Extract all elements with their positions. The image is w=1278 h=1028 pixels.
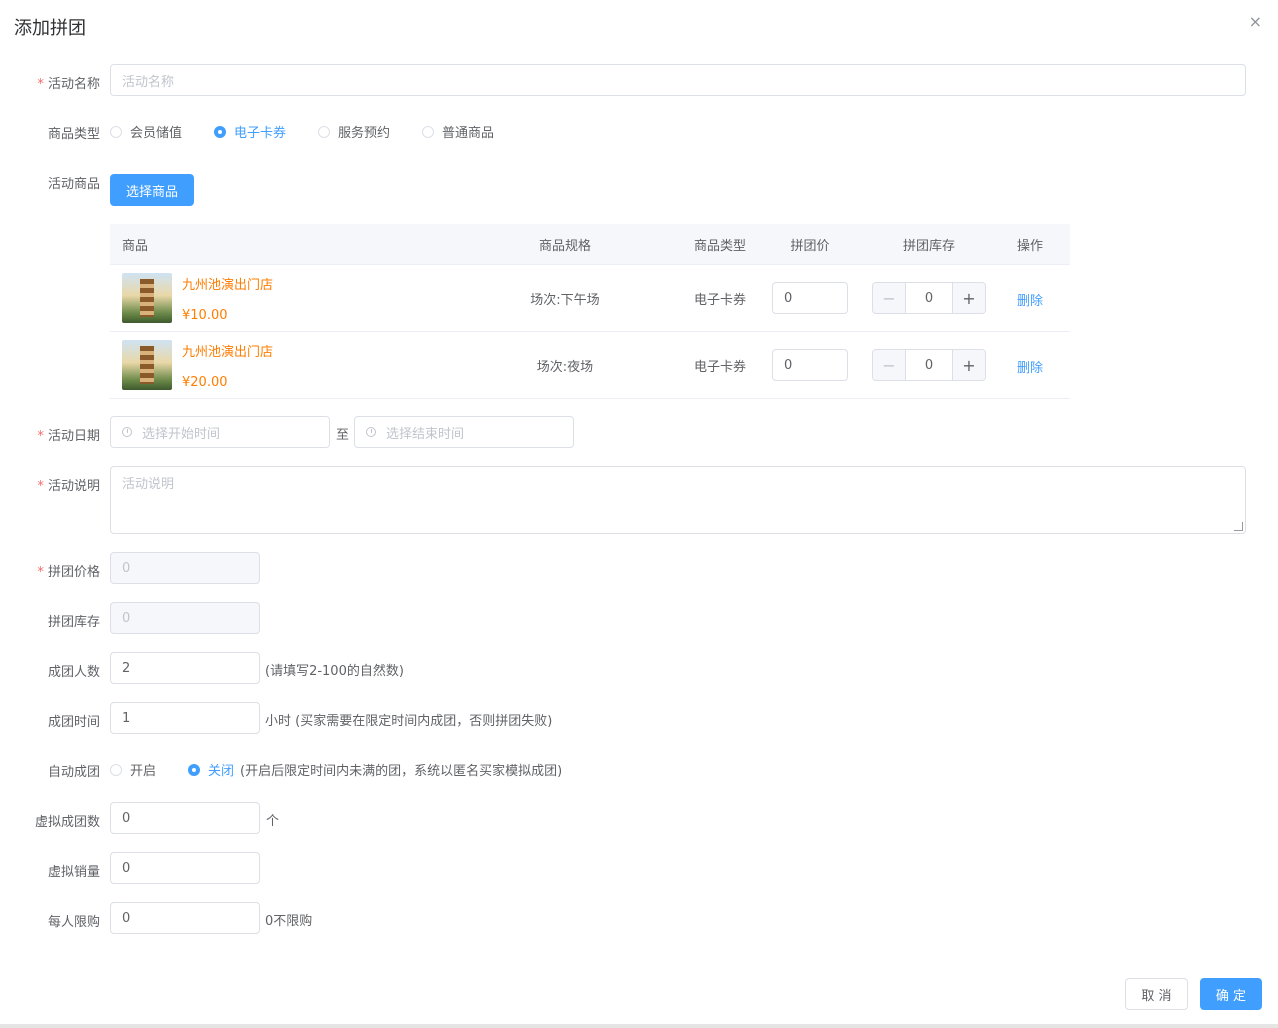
radio-dot-icon — [214, 125, 226, 138]
radio-dot-icon — [422, 125, 434, 138]
product-table: 商品 商品规格 商品类型 拼团价 拼团库存 操作 九州池演出门店 ¥10.00 … — [110, 224, 1070, 399]
auto-group-hint: (开启后限定时间内未满的团，系统以匿名买家模拟成团) — [240, 764, 563, 779]
resize-handle-icon[interactable] — [1234, 522, 1243, 531]
group-price-field: 0 — [110, 552, 260, 584]
plus-icon[interactable]: + — [952, 283, 985, 313]
delete-link[interactable]: 删除 — [1017, 357, 1043, 376]
radio-label: 服务预约 — [338, 126, 391, 141]
header-spec: 商品规格 — [538, 238, 591, 254]
group-price-input[interactable]: 0 — [772, 349, 848, 381]
delete-link[interactable]: 删除 — [1017, 290, 1043, 309]
activity-products-label: 活动商品 — [47, 177, 100, 192]
virtual-groups-input[interactable]: 0 — [110, 802, 260, 834]
purchase-limit-label: 每人限购 — [47, 915, 100, 930]
group-stock-field: 0 — [110, 602, 260, 634]
group-price-label: 拼团价格 — [0, 561, 100, 580]
header-group-price: 拼团价 — [790, 238, 830, 254]
stock-value[interactable]: 0 — [906, 283, 952, 313]
product-type-radio-member[interactable]: 会员储值 — [110, 122, 182, 141]
header-type: 商品类型 — [693, 238, 746, 254]
activity-desc-placeholder: 活动说明 — [122, 477, 175, 492]
radio-label: 开启 — [130, 764, 157, 779]
virtual-groups-unit: 个 — [266, 814, 280, 829]
minus-icon[interactable]: − — [873, 283, 906, 313]
group-time-input[interactable]: 1 — [110, 702, 260, 734]
group-size-hint: (请填写2-100的自然数) — [265, 664, 404, 679]
header-action: 操作 — [1016, 238, 1043, 254]
radio-dot-icon — [110, 125, 122, 138]
select-product-button[interactable]: 选择商品 — [110, 174, 194, 206]
confirm-button[interactable]: 确 定 — [1200, 978, 1262, 1010]
plus-icon[interactable]: + — [952, 350, 985, 380]
cancel-button[interactable]: 取 消 — [1125, 978, 1188, 1010]
clock-icon — [366, 427, 376, 437]
activity-desc-textarea[interactable]: 活动说明 — [110, 466, 1246, 534]
header-product: 商品 — [122, 238, 149, 254]
product-spec: 场次:下午场 — [530, 292, 600, 308]
product-type: 电子卡券 — [693, 292, 746, 308]
virtual-groups-label: 虚拟成团数 — [34, 815, 100, 830]
activity-name-label: 活动名称 — [0, 73, 100, 92]
group-size-label: 成团人数 — [47, 665, 100, 680]
header-stock: 拼团库存 — [902, 238, 955, 254]
radio-label: 普通商品 — [442, 126, 495, 141]
activity-desc-label: 活动说明 — [0, 475, 100, 494]
auto-group-radio-on[interactable]: 开启 — [110, 760, 156, 779]
group-stock-label: 拼团库存 — [47, 615, 100, 630]
end-date-input[interactable]: 选择结束时间 — [354, 416, 574, 448]
radio-dot-icon — [188, 763, 200, 776]
stock-value[interactable]: 0 — [906, 350, 952, 380]
product-type-radio-normal[interactable]: 普通商品 — [422, 122, 494, 141]
product-spec: 场次:夜场 — [536, 359, 594, 375]
page-bottom-divider — [0, 1024, 1278, 1028]
product-price: ¥10.00 — [182, 308, 228, 323]
radio-dot-icon — [318, 125, 330, 138]
radio-label: 电子卡券 — [234, 126, 287, 141]
product-type-label: 商品类型 — [47, 127, 100, 142]
product-name[interactable]: 九州池演出门店 — [182, 341, 273, 360]
product-type-radio-service[interactable]: 服务预约 — [318, 122, 390, 141]
stock-stepper[interactable]: − 0 + — [872, 282, 986, 314]
purchase-limit-input[interactable]: 0 — [110, 902, 260, 934]
purchase-limit-hint: 0不限购 — [265, 914, 313, 929]
table-row: 九州池演出门店 ¥20.00 场次:夜场 电子卡券 0 − 0 + 删除 — [110, 332, 1070, 399]
radio-label: 关闭 — [208, 764, 235, 779]
product-type: 电子卡券 — [693, 359, 746, 375]
start-date-input[interactable]: 选择开始时间 — [110, 416, 330, 448]
product-thumbnail — [122, 273, 172, 323]
stock-stepper[interactable]: − 0 + — [872, 349, 986, 381]
table-row: 九州池演出门店 ¥10.00 场次:下午场 电子卡券 0 − 0 + 删除 — [110, 265, 1070, 332]
minus-icon[interactable]: − — [873, 350, 906, 380]
auto-group-label: 自动成团 — [47, 765, 100, 780]
group-size-input[interactable]: 2 — [110, 652, 260, 684]
auto-group-radio-off[interactable]: 关闭 — [188, 760, 234, 779]
end-date-placeholder: 选择结束时间 — [386, 426, 465, 442]
virtual-sales-input[interactable]: 0 — [110, 852, 260, 884]
product-type-radio-ecard[interactable]: 电子卡券 — [214, 122, 286, 141]
activity-name-input[interactable]: 活动名称 — [110, 64, 1246, 96]
dialog-title: 添加拼团 — [14, 18, 86, 39]
product-thumbnail — [122, 340, 172, 390]
group-time-label: 成团时间 — [47, 715, 100, 730]
table-header: 商品 商品规格 商品类型 拼团价 拼团库存 操作 — [110, 224, 1070, 265]
clock-icon — [122, 427, 132, 437]
radio-dot-icon — [110, 763, 122, 776]
product-name[interactable]: 九州池演出门店 — [182, 274, 273, 293]
virtual-sales-label: 虚拟销量 — [47, 865, 100, 880]
group-price-input[interactable]: 0 — [772, 282, 848, 314]
activity-date-label: 活动日期 — [0, 425, 100, 444]
radio-label: 会员储值 — [130, 126, 183, 141]
close-icon[interactable]: × — [1249, 12, 1262, 31]
date-separator: 至 — [336, 428, 350, 443]
group-time-hint: 小时 (买家需要在限定时间内成团，否则拼团失败) — [265, 714, 553, 729]
start-date-placeholder: 选择开始时间 — [142, 426, 221, 442]
product-price: ¥20.00 — [182, 375, 228, 390]
